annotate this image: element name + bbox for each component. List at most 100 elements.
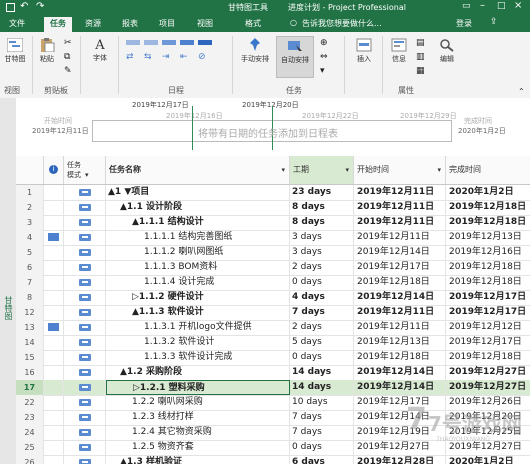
finish-date-cell[interactable]: 2020年1月2日 (446, 185, 530, 200)
table-row[interactable]: 2 ▲1.1 设计阶段 8 days 2019年12月11日 2019年12月18日 (16, 200, 530, 216)
table-row[interactable]: 5 1.1.1.2 喇叭网图纸 3 days 2019年12月14日 2019年12月1… (16, 245, 530, 261)
tab-report[interactable]: 报表 (119, 17, 141, 32)
task-name-cell[interactable]: ▲1.1.1 结构设计 (106, 215, 290, 230)
task-name-cell[interactable]: ▷1.2.1 塑料采购 (106, 380, 290, 395)
redo-icon[interactable]: ↷ (36, 1, 44, 12)
task-name-cell[interactable]: 1.1.1.3 BOM资料 (106, 260, 290, 275)
mode-icon[interactable]: ▾ (320, 66, 325, 76)
signin-link[interactable]: 登录 (456, 18, 472, 29)
start-column-header[interactable]: 开始时间 ▾ (354, 156, 446, 184)
cut-icon[interactable]: ✂ (64, 38, 72, 48)
copy-icon[interactable]: ⧉ (64, 52, 70, 62)
finish-date-cell[interactable]: 2019年12月13日 (446, 230, 530, 245)
task-mode-cell[interactable] (64, 455, 106, 464)
finish-date-cell[interactable]: 2019年12月18日 (446, 260, 530, 275)
tab-view[interactable]: 视图 (194, 17, 216, 32)
task-mode-cell[interactable] (64, 380, 106, 395)
minimize-button[interactable]: – (480, 0, 485, 11)
duration-cell[interactable]: 8 days (290, 200, 354, 215)
task-mode-cell[interactable] (64, 305, 106, 320)
start-date-cell[interactable]: 2019年12月14日 (354, 365, 446, 380)
task-mode-cell[interactable] (64, 365, 106, 380)
duration-cell[interactable]: 14 days (290, 365, 354, 380)
filter-arrow-icon[interactable]: ▾ (85, 171, 89, 179)
finish-date-cell[interactable]: 2019年12月27日 (446, 365, 530, 380)
duration-cell[interactable]: 5 days (290, 335, 354, 350)
row-number[interactable]: 23 (16, 410, 44, 425)
table-row[interactable]: 12 ▲1.1.3 软件设计 7 days 2019年12月11日 2019年12月17… (16, 305, 530, 321)
insert-button[interactable]: 插入 (350, 38, 378, 64)
duration-cell[interactable]: 7 days (290, 410, 354, 425)
task-name-cell[interactable]: 1.1.1.4 设计完成 (106, 275, 290, 290)
note-indicator-icon[interactable] (48, 233, 59, 241)
note-indicator-icon[interactable] (48, 323, 59, 331)
move-icon[interactable]: ⇔ (320, 52, 328, 62)
start-date-cell[interactable]: 2019年12月14日 (354, 290, 446, 305)
row-number[interactable]: 4 (16, 230, 44, 245)
task-mode-cell[interactable] (64, 260, 106, 275)
finish-date-cell[interactable]: 2019年12月18日 (446, 275, 530, 290)
start-date-cell[interactable]: 2019年12月28日 (354, 455, 446, 464)
inactivate-icon[interactable]: ⊘ (198, 52, 206, 62)
start-date-cell[interactable]: 2019年12月17日 (354, 260, 446, 275)
row-number[interactable]: 26 (16, 455, 44, 464)
start-date-cell[interactable]: 2019年12月11日 (354, 200, 446, 215)
finish-date-cell[interactable]: 2019年12月17日 (446, 335, 530, 350)
table-row[interactable]: 3 ▲1.1.1 结构设计 8 days 2019年12月11日 2019年12月18日 (16, 215, 530, 231)
details-icon[interactable]: ▥ (416, 52, 425, 62)
progress-25-icon[interactable] (144, 40, 158, 45)
task-name-cell[interactable]: 1.1.3.1 开机logo文件提供 (106, 320, 290, 335)
tab-resource[interactable]: 资源 (82, 17, 104, 32)
duration-cell[interactable]: 23 days (290, 185, 354, 200)
filter-arrow-icon[interactable]: ▾ (345, 156, 349, 184)
table-row[interactable]: 7 1.1.1.4 设计完成 0 days 2019年12月18日 2019年12月18… (16, 275, 530, 291)
task-mode-cell[interactable] (64, 410, 106, 425)
duration-cell[interactable]: 10 days (290, 395, 354, 410)
tab-format[interactable]: 格式 (242, 17, 264, 32)
duration-cell[interactable]: 0 days (290, 440, 354, 455)
duration-cell[interactable]: 14 days (290, 380, 354, 395)
finish-date-cell[interactable]: 2019年12月18日 (446, 215, 530, 230)
task-name-cell[interactable]: 1.2.3 线材打样 (106, 410, 290, 425)
duration-cell[interactable]: 2 days (290, 260, 354, 275)
auto-schedule-button[interactable]: 自动安排 (276, 36, 314, 78)
task-mode-cell[interactable] (64, 290, 106, 305)
tab-file[interactable]: 文件 (6, 17, 28, 32)
task-mode-cell[interactable] (64, 215, 106, 230)
gantt-chart-button[interactable]: 甘特图 (2, 38, 28, 64)
manual-schedule-button[interactable]: 手动安排 (236, 38, 274, 64)
duration-cell[interactable]: 0 days (290, 350, 354, 365)
undo-icon[interactable]: ↶ (20, 1, 28, 12)
notes-icon[interactable]: ▤ (416, 38, 425, 48)
task-name-cell[interactable]: 1.1.3.3 软件设计完成 (106, 350, 290, 365)
font-button[interactable]: A 字体 (88, 38, 112, 63)
row-number[interactable]: 5 (16, 245, 44, 260)
add-to-timeline-icon[interactable]: ▦ (416, 66, 425, 76)
finish-date-cell[interactable]: 2019年12月12日 (446, 320, 530, 335)
table-row[interactable]: 6 1.1.1.3 BOM资料 2 days 2019年12月17日 2019年12月1… (16, 260, 530, 276)
save-icon[interactable] (6, 3, 15, 12)
row-number[interactable]: 25 (16, 440, 44, 455)
row-number[interactable]: 12 (16, 305, 44, 320)
indicator-column-header[interactable]: i (44, 156, 64, 184)
duration-cell[interactable]: 7 days (290, 305, 354, 320)
share-icon[interactable]: ⇪ (490, 17, 498, 27)
maximize-button[interactable]: □ (497, 1, 506, 11)
row-number[interactable]: 7 (16, 275, 44, 290)
unlink-tasks-icon[interactable]: ⇆ (144, 52, 152, 62)
finish-date-cell[interactable]: 2019年12月27日 (446, 380, 530, 395)
row-number[interactable]: 1 (16, 185, 44, 200)
task-name-cell[interactable]: ▲1 ▼项目 (106, 185, 290, 200)
link-tasks-icon[interactable]: ⇄ (126, 52, 134, 62)
task-name-cell[interactable]: 1.1.1.2 喇叭网图纸 (106, 245, 290, 260)
table-row[interactable]: 1 ▲1 ▼项目 23 days 2019年12月11日 2020年1月2日 (16, 185, 530, 201)
duration-cell[interactable]: 3 days (290, 245, 354, 260)
duration-cell[interactable]: 0 days (290, 275, 354, 290)
progress-0-icon[interactable] (126, 40, 140, 45)
tell-me-input[interactable]: 告诉我您想要做什么... (302, 18, 382, 29)
task-name-cell[interactable]: 1.2.2 喇叭网采购 (106, 395, 290, 410)
row-number[interactable]: 3 (16, 215, 44, 230)
duration-cell[interactable]: 2 days (290, 320, 354, 335)
duration-cell[interactable]: 8 days (290, 215, 354, 230)
row-number[interactable]: 6 (16, 260, 44, 275)
